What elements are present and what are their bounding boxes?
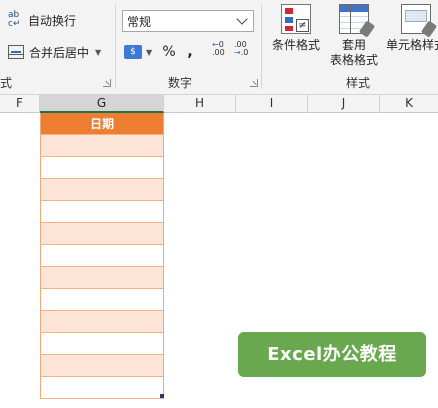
table-row[interactable] — [41, 377, 163, 399]
number-format-value: 常规 — [127, 14, 152, 29]
merge-dropdown-caret-icon[interactable]: ▼ — [95, 48, 101, 57]
alignment-dialog-launcher-icon[interactable] — [103, 79, 111, 87]
column-header-g[interactable]: G — [40, 95, 164, 113]
group-divider — [115, 4, 116, 89]
table-header-cell[interactable]: 日期 — [41, 113, 163, 135]
table-row[interactable] — [41, 245, 163, 267]
styles-group-label: 样式 — [346, 76, 371, 90]
increase-decimal-button[interactable]: ←0.00 — [212, 41, 234, 63]
column-header-f[interactable]: F — [0, 95, 40, 113]
format-as-table-label-line2: 表格格式 — [329, 53, 378, 67]
worksheet-grid[interactable]: 日期 Excel办公教程 — [0, 113, 438, 408]
number-group-label: 数字 — [168, 76, 193, 90]
table-row[interactable] — [41, 201, 163, 223]
format-as-table-icon — [339, 4, 376, 38]
wrap-text-button[interactable]: ab c↵ 自动换行 — [8, 9, 76, 31]
date-table[interactable]: 日期 — [40, 113, 164, 399]
accounting-format-button[interactable]: $ ▼ — [124, 41, 152, 63]
table-row[interactable] — [41, 355, 163, 377]
table-row[interactable] — [41, 179, 163, 201]
column-header-h[interactable]: H — [164, 95, 236, 113]
table-row[interactable] — [41, 267, 163, 289]
number-dialog-launcher-icon[interactable] — [250, 79, 258, 87]
comma-style-button[interactable]: , — [183, 41, 197, 63]
wrap-text-icon: ab c↵ — [8, 10, 21, 29]
watermark-badge: Excel办公教程 — [238, 332, 426, 377]
column-header-k[interactable]: K — [380, 95, 438, 113]
merge-center-label: 合并后居中 — [29, 45, 90, 60]
chevron-down-icon — [235, 14, 249, 28]
table-row[interactable] — [41, 157, 163, 179]
conditional-formatting-icon: ≠ — [281, 4, 311, 34]
increase-decimal-icon: ←0.00 — [212, 40, 225, 57]
column-header-j[interactable]: J — [308, 95, 380, 113]
group-divider — [261, 4, 262, 89]
merge-center-icon — [8, 45, 24, 59]
table-row[interactable] — [41, 333, 163, 355]
percent-symbol: % — [162, 44, 176, 60]
cell-styles-icon — [401, 4, 438, 38]
conditional-formatting-label: 条件格式 — [271, 38, 320, 52]
accounting-format-icon: $ — [124, 45, 142, 59]
alignment-group-label: 式 — [0, 76, 13, 90]
table-row[interactable] — [41, 289, 163, 311]
cell-styles-button[interactable]: 单元格样式 — [386, 4, 438, 53]
column-header-i[interactable]: I — [236, 95, 308, 113]
table-row[interactable] — [41, 223, 163, 245]
wrap-text-label: 自动换行 — [28, 13, 77, 28]
format-as-table-button[interactable]: 套用 表格格式 — [326, 4, 382, 68]
decrease-decimal-icon: .00 →.0 — [234, 40, 249, 57]
column-headers: F G H I J K — [0, 95, 438, 113]
table-row[interactable] — [41, 135, 163, 157]
comma-symbol: , — [187, 44, 193, 60]
cell-styles-label: 单元格样式 — [386, 38, 438, 52]
ribbon: ab c↵ 自动换行 合并后居中 ▼ 式 常规 $ ▼ % , ←0.00 .00… — [0, 0, 438, 95]
conditional-formatting-button[interactable]: ≠ 条件格式 — [268, 4, 324, 53]
number-format-select[interactable]: 常规 — [122, 10, 254, 32]
accounting-dropdown-caret-icon[interactable]: ▼ — [146, 48, 152, 57]
table-resize-handle[interactable] — [160, 394, 164, 398]
decrease-decimal-button[interactable]: .00 →.0 — [234, 41, 256, 63]
merge-center-button[interactable]: 合并后居中 ▼ — [8, 41, 101, 63]
percent-style-button[interactable]: % — [160, 41, 178, 63]
table-body — [41, 135, 163, 399]
format-as-table-label-line1: 套用 — [341, 38, 366, 52]
table-row[interactable] — [41, 311, 163, 333]
